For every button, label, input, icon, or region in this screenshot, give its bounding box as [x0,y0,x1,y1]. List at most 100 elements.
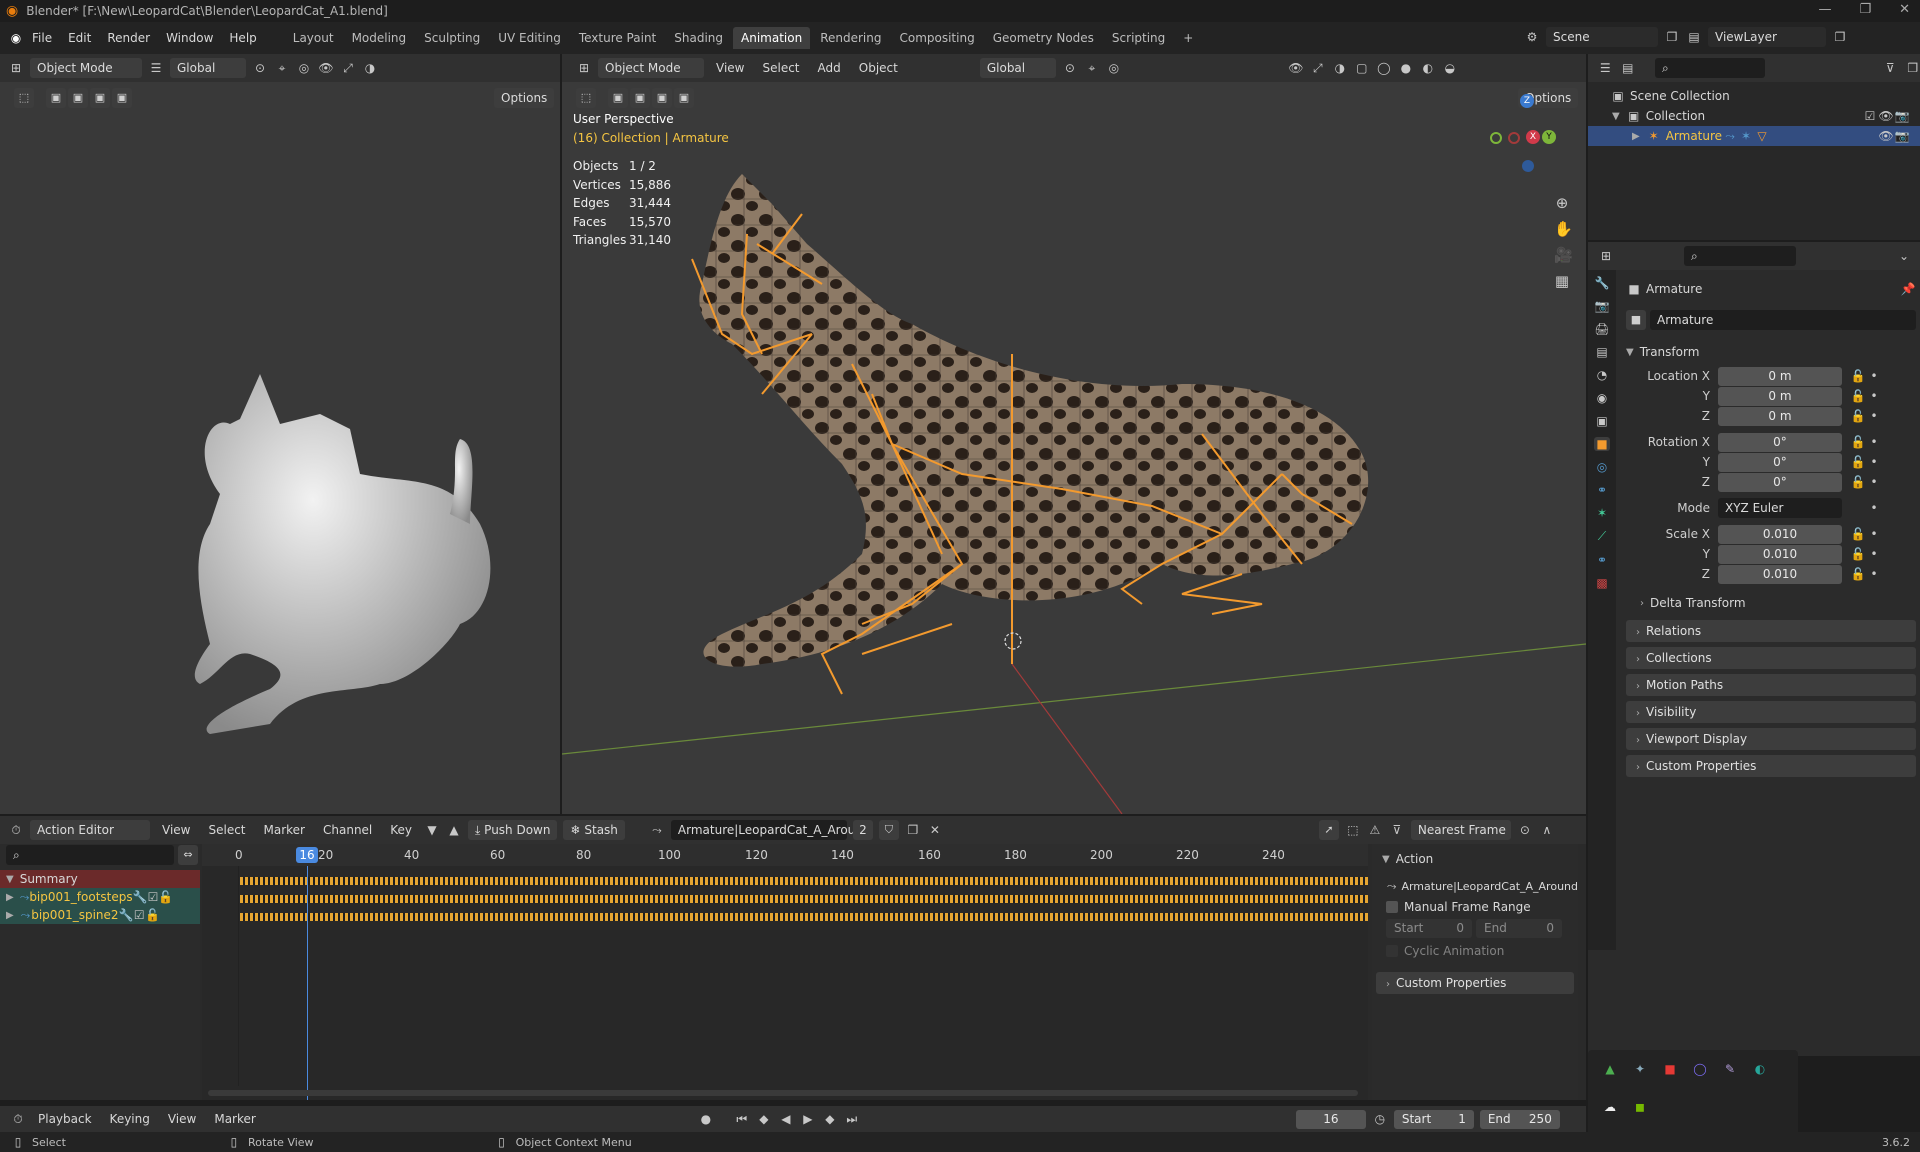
menu-add[interactable]: Add [812,61,847,75]
bone-constraint-tab-icon[interactable]: ⚭ [1594,553,1610,567]
duplicate-action-icon[interactable]: ❐ [905,823,921,837]
expand-icon[interactable]: ▶ [1632,131,1640,142]
gizmo-neg-y-icon[interactable] [1490,132,1502,144]
outliner-editor-icon[interactable]: ☰ [1598,61,1613,75]
lock-icon[interactable]: 🔓 [1850,567,1866,581]
unlink-action-icon[interactable]: ✕ [927,823,943,837]
rotation-mode-dropdown[interactable]: XYZ Euler [1718,498,1842,518]
action-users-count[interactable]: 2 [852,820,873,840]
main-select-subtract-icon[interactable]: ▣ [652,88,672,108]
left-viewport[interactable]: ⊞ Object Mode ☰ Global ⊙ ⌖ ◎ 👁 ⤢ ◑ ⬚ ▣ ▣… [0,54,560,814]
proportional-edit-icon[interactable]: ⊙ [1517,823,1533,837]
armature-render-icon[interactable]: 📷 [1894,129,1910,143]
viewlayer-field[interactable]: ViewLayer [1708,27,1826,47]
outliner-armature[interactable]: ▶ ✶ Armature ⤳ ✶ ▽ 👁 📷 [1588,126,1920,146]
menu-window[interactable]: Window [158,27,221,49]
show-hidden-icon[interactable]: ⬚ [1345,823,1361,837]
main-editor-type-icon[interactable]: ⊞ [576,61,592,75]
outliner-display-mode-icon[interactable]: ▤ [1621,61,1636,75]
main-mode-dropdown[interactable]: Object Mode [598,58,704,78]
leopard-cat-armature-view[interactable] [562,134,1586,814]
scale-x-field[interactable]: 0.010 [1718,524,1842,544]
panel-collections[interactable]: › Collections [1626,647,1916,669]
only-selected-icon[interactable]: ➚ [1318,820,1339,840]
tab-shading[interactable]: Shading [666,27,731,49]
scale-y-field[interactable]: 0.010 [1718,544,1842,564]
tab-scripting[interactable]: Scripting [1104,27,1173,49]
horizontal-scrollbar[interactable] [208,1090,1358,1096]
transform-panel-header[interactable]: ▼ Transform [1626,342,1916,362]
spine2-keyframes[interactable] [240,913,1368,921]
constraints-tab-icon[interactable]: ⚭ [1594,483,1610,497]
channel-checkbox-icon[interactable]: ☑ [134,908,146,922]
keyframe-dot-icon[interactable]: • [1866,389,1882,403]
outliner-scene-collection[interactable]: ▣ Scene Collection [1588,86,1920,106]
scene-field[interactable]: Scene [1546,27,1658,47]
checkbox-icon[interactable]: ☑ [1862,109,1878,123]
main-visibility-icon[interactable]: 👁 [1288,61,1304,75]
white-cat-model[interactable] [150,354,550,814]
snap-icon[interactable]: ⌖ [274,61,290,76]
rendered-shading-icon[interactable]: ◒ [1442,61,1458,75]
nvidia-icon[interactable]: ◼ [1632,1100,1648,1124]
fake-user-shield-icon[interactable]: ⛉ [878,820,899,840]
view-layer-tab-icon[interactable]: ▤ [1594,345,1610,359]
keyframe-dot-icon[interactable]: • [1866,475,1882,489]
recorder-icon[interactable]: ■ [1662,1062,1678,1086]
action-start-field[interactable]: Start 0 [1386,918,1472,938]
texture-tab-icon[interactable]: ▩ [1594,576,1610,590]
scene-tab-icon[interactable]: ◔ [1594,368,1610,382]
footsteps-keyframes[interactable] [240,895,1368,903]
drive-icon[interactable]: ▲ [1602,1062,1618,1086]
world-tab-icon[interactable]: ◉ [1594,391,1610,405]
scale-z-field[interactable]: 0.010 [1718,564,1842,584]
playhead-frame-badge[interactable]: 16 [296,847,318,863]
frame-ruler[interactable]: 0 20 40 60 80 100 120 140 160 180 200 22… [202,844,1368,866]
ae-menu-select[interactable]: Select [202,823,251,837]
panel-viewport-display[interactable]: › Viewport Display [1626,728,1916,750]
current-frame-field[interactable]: 16 [1295,1109,1366,1129]
tab-texture-paint[interactable]: Texture Paint [571,27,664,49]
channel-summary[interactable]: ▼ Summary [0,870,200,888]
only-errors-icon[interactable]: ⚠ [1367,823,1383,837]
prev-keyframe-icon[interactable]: ◆ [756,1112,772,1126]
record-icon[interactable]: ● [698,1112,714,1126]
keyframe-dot-icon[interactable]: • [1866,547,1882,561]
pivot-icon[interactable]: ⊙ [252,61,268,75]
tab-layout[interactable]: Layout [285,27,342,49]
menu-select[interactable]: Select [756,61,805,75]
properties-search-input[interactable]: ⌕ [1684,246,1796,266]
tab-uv-editing[interactable]: UV Editing [490,27,569,49]
pin-icon[interactable]: 📌 [1900,282,1916,296]
menu-edit[interactable]: Edit [60,27,99,49]
action-browse-icon[interactable]: ⤳ [649,823,665,838]
end-frame-field[interactable]: End 250 [1479,1109,1560,1129]
new-viewlayer-icon[interactable]: ❐ [1832,30,1848,44]
action-editor-mode-dropdown[interactable]: Action Editor [30,820,150,840]
rotation-x-field[interactable]: 0° [1718,432,1842,452]
channel-checkbox-icon[interactable]: ☑ [148,890,159,904]
pen-icon[interactable]: ✎ [1722,1062,1738,1086]
menu-render[interactable]: Render [99,27,158,49]
ae-menu-key[interactable]: Key [384,823,418,837]
outliner-collection[interactable]: ▼ ▣ Collection ☑ 👁 📷 [1588,106,1920,126]
armature-data-tab-icon[interactable]: ✶ [1594,506,1610,520]
left-mode-dropdown[interactable]: Object Mode [30,58,142,78]
gizmo-x-icon[interactable]: X [1526,130,1540,144]
gizmo-neg-x-icon[interactable] [1508,132,1520,144]
delta-transform-panel[interactable]: › Delta Transform [1626,592,1916,614]
main-gizmo-icon[interactable]: ⤢ [1310,61,1326,76]
main-orientation-dropdown[interactable]: Global [979,58,1056,78]
tab-compositing[interactable]: Compositing [891,27,982,49]
gizmo-z-icon[interactable]: Z [1520,94,1534,108]
play-reverse-icon[interactable]: ◀ [778,1112,794,1126]
material-shading-icon[interactable]: ◐ [1420,61,1436,75]
tab-rendering[interactable]: Rendering [812,27,889,49]
layer-up-icon[interactable]: ▲ [446,823,462,837]
stash-button[interactable]: ❄ Stash [563,820,625,840]
select-new-icon[interactable]: ▣ [46,88,66,108]
panel-visibility[interactable]: › Visibility [1626,701,1916,723]
wireframe-shading-icon[interactable]: ◯ [1376,61,1392,75]
overlay-icon[interactable]: ◑ [362,61,378,75]
gizmo-y-icon[interactable]: Y [1542,130,1556,144]
